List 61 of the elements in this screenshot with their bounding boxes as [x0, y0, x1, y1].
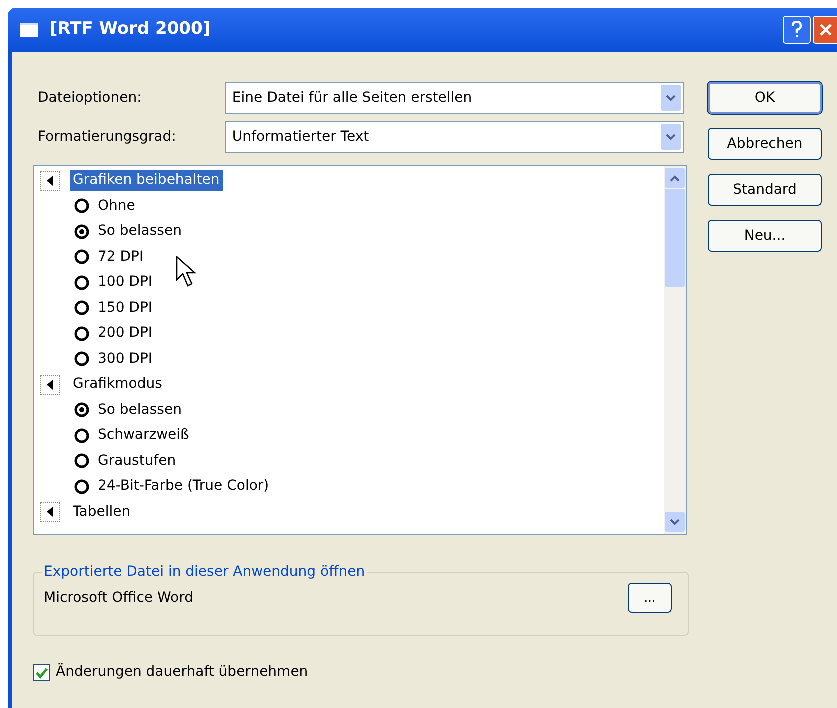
radio-label: Schwarzweiß — [98, 426, 190, 446]
dialog-button[interactable]: OK — [708, 82, 822, 114]
caret-icon — [670, 174, 680, 182]
radio-button[interactable] — [74, 326, 90, 342]
scroll-down-button[interactable] — [665, 512, 685, 532]
help-icon — [791, 21, 803, 39]
radio-label: 72 DPI — [98, 248, 144, 267]
radio-label: 200 DPI — [98, 324, 153, 344]
close-button[interactable] — [813, 16, 837, 44]
check-icon — [36, 666, 48, 678]
triangle-icon — [47, 380, 53, 390]
radio-button[interactable] — [74, 249, 90, 266]
radio-label: So belassen — [98, 222, 182, 242]
caret-icon — [666, 134, 676, 140]
radio-label: 24-Bit-Farbe (True Color) — [98, 477, 270, 496]
triangle-icon — [47, 507, 53, 518]
radio-button[interactable] — [74, 402, 90, 418]
dialog-button[interactable]: Abbrechen — [708, 128, 822, 160]
window-title: [RTF Word 2000] — [50, 18, 211, 42]
dropdown-button[interactable] — [661, 85, 681, 111]
scrollbar[interactable] — [664, 166, 686, 534]
collapse-toggle[interactable] — [40, 170, 60, 191]
radio-label: 300 DPI — [98, 350, 153, 369]
scroll-thumb[interactable] — [665, 189, 685, 287]
radio-label: Ohne — [98, 196, 136, 216]
caret-icon — [670, 518, 680, 526]
browse-button[interactable]: ... — [628, 583, 672, 613]
collapse-toggle[interactable] — [40, 502, 60, 522]
scroll-up-button[interactable] — [665, 168, 685, 188]
dialog-button[interactable]: Neu... — [708, 220, 822, 252]
radio-label: So belassen — [98, 400, 182, 420]
radio-label: 100 DPI — [98, 273, 153, 292]
dropdown-button[interactable] — [661, 124, 681, 150]
dropdown-field[interactable]: Unformatierter Text — [225, 121, 684, 153]
checkbox-label: Änderungen dauerhaft übernehmen — [56, 662, 308, 682]
radio-button[interactable] — [74, 453, 90, 470]
triangle-icon — [47, 176, 53, 186]
checkbox[interactable] — [33, 664, 50, 681]
tree-group[interactable]: Grafiken beibehalten — [70, 170, 223, 192]
dialog-button[interactable]: Standard — [708, 174, 822, 206]
field-label: Formatierungsgrad: — [37, 128, 178, 146]
radio-label: Graustufen — [98, 452, 176, 471]
radio-button[interactable] — [74, 274, 90, 291]
radio-label: 150 DPI — [98, 298, 153, 318]
group-title: Exportierte Datei in dieser Anwendung öffnen — [43, 563, 366, 582]
tree-group[interactable]: Grafikmodus — [70, 374, 166, 396]
radio-button[interactable] — [74, 351, 90, 368]
field-label: Dateioptionen: — [37, 88, 143, 108]
application-name: Microsoft Office Word — [44, 588, 194, 608]
collapse-toggle[interactable] — [40, 374, 60, 395]
radio-button[interactable] — [74, 300, 90, 316]
help-button[interactable] — [783, 16, 811, 44]
window-icon — [20, 23, 38, 37]
radio-button[interactable] — [74, 428, 90, 444]
radio-button[interactable] — [74, 198, 90, 214]
close-icon — [818, 23, 832, 37]
radio-button[interactable] — [74, 478, 90, 495]
caret-icon — [666, 94, 676, 102]
radio-button[interactable] — [74, 224, 90, 240]
tree-group[interactable]: Tabellen — [70, 502, 134, 523]
dropdown-field[interactable]: Eine Datei für alle Seiten erstellen — [225, 82, 684, 114]
